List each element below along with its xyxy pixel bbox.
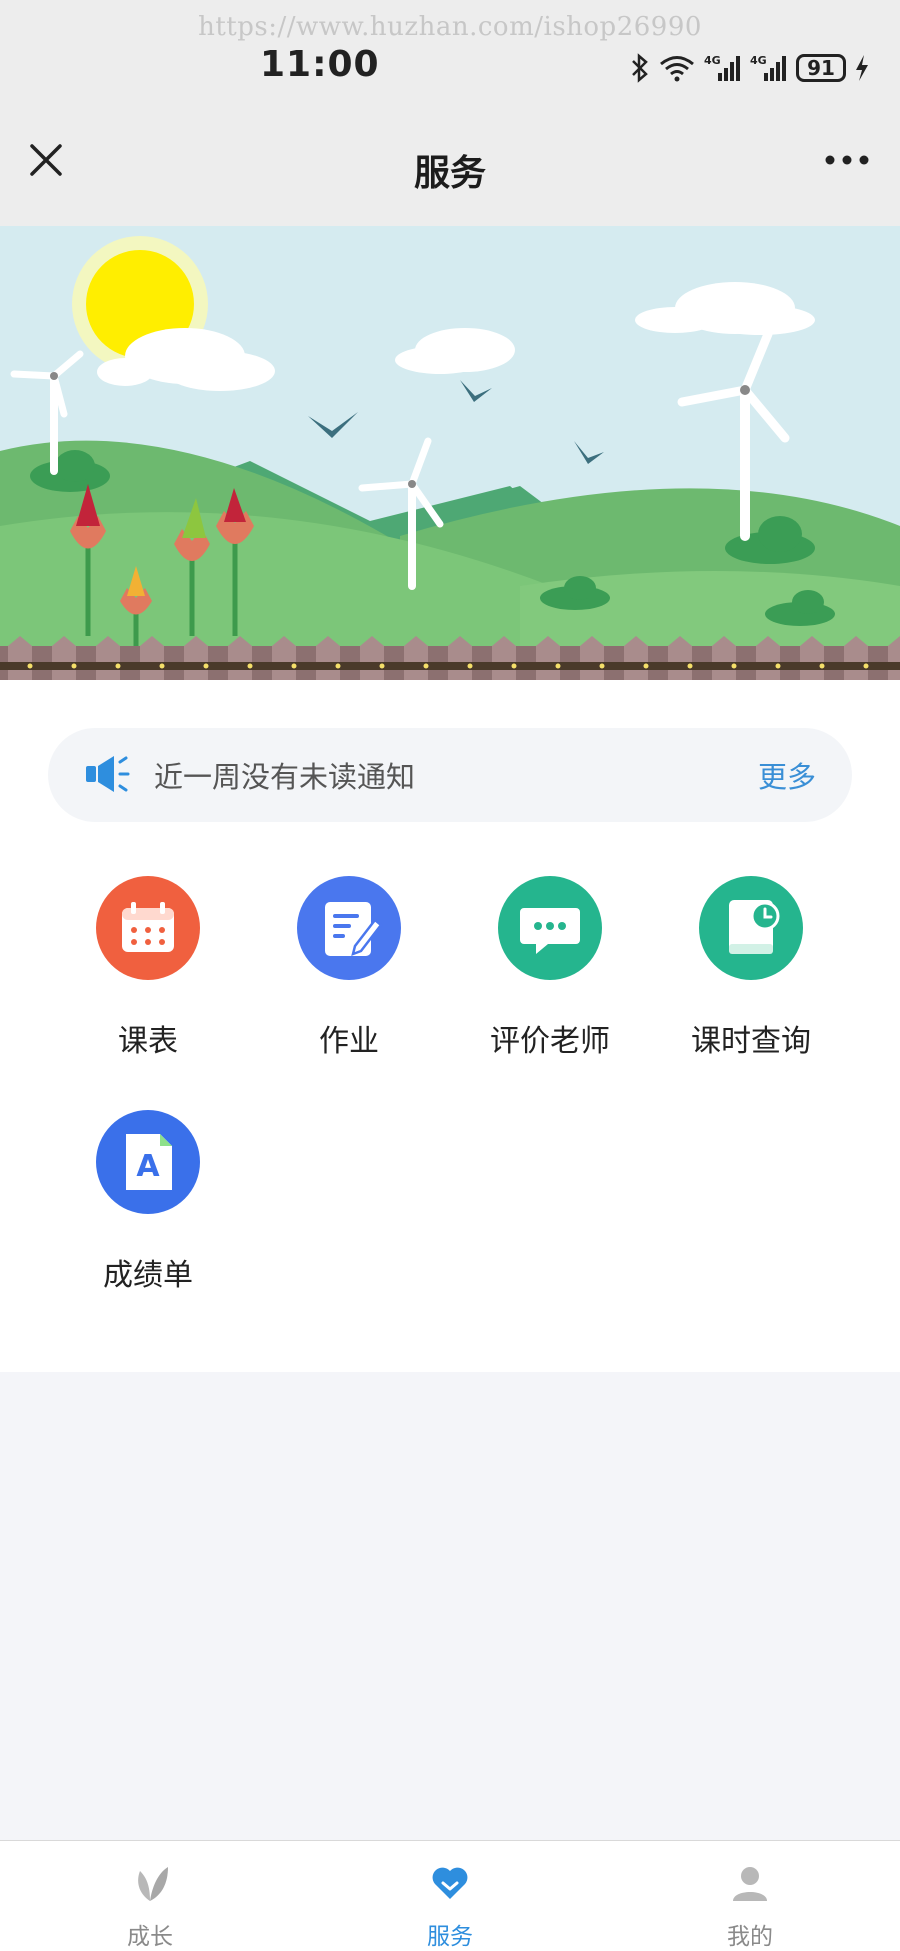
heart-icon [432,1867,468,1899]
service-label: 课表 [118,1024,178,1059]
tab-growth[interactable]: 成长 [0,1841,300,1951]
svg-text:4G: 4G [704,54,721,67]
more-icon[interactable] [822,148,872,172]
battery-icon: 91 [796,54,846,82]
signal-4g-icon: 4G [704,54,740,81]
tab-label: 服务 [427,1924,473,1950]
svg-text:4G: 4G [750,54,767,67]
user-icon [733,1867,767,1901]
notice-text: 近一周没有未读通知 [154,760,416,794]
service-label: 评价老师 [490,1024,610,1059]
nav-bar: 服务 [0,100,900,226]
tab-label: 成长 [127,1924,173,1950]
tab-services[interactable]: 服务 [300,1841,600,1951]
service-report-card[interactable]: A 成绩单 [48,1110,248,1300]
chat-icon [498,876,602,980]
tab-label: 我的 [727,1924,773,1950]
homework-icon [297,876,401,980]
service-label: 成绩单 [103,1258,193,1293]
landscape-banner [0,226,900,680]
tab-mine[interactable]: 我的 [600,1841,900,1951]
report-card-icon: A [96,1110,200,1214]
book-clock-icon [699,876,803,980]
charging-icon [856,55,868,81]
notice-bar[interactable]: 近一周没有未读通知 更多 [48,728,852,822]
service-schedule[interactable]: 课表 [48,876,248,1066]
system-icons: 4G 4G 91 [630,48,870,88]
calendar-icon [96,876,200,980]
tab-bar: 成长 服务 我的 [0,1840,900,1951]
watermark-url: https://www.huzhan.com/ishop26990 [198,12,702,42]
status-time: 11:00 [260,44,380,85]
megaphone-icon [86,756,130,792]
leaf-icon [138,1867,168,1901]
service-label: 课时查询 [691,1024,811,1059]
page-title: 服务 [413,153,486,194]
signal-4g-icon: 4G [750,54,786,81]
bluetooth-icon [632,53,648,83]
service-homework[interactable]: 作业 [249,876,449,1066]
wifi-icon [660,56,694,82]
service-hours-query[interactable]: 课时查询 [651,876,851,1066]
service-label: 作业 [319,1024,379,1059]
services-panel: 近一周没有未读通知 更多 课表 作业 评价老师 课时查询 A 成绩单 [0,680,900,1372]
notice-more-link[interactable]: 更多 [758,754,816,796]
status-bar: https://www.huzhan.com/ishop26990 11:00 … [0,0,900,100]
service-rate-teacher[interactable]: 评价老师 [450,876,650,1066]
svg-text:A: A [136,1149,160,1184]
